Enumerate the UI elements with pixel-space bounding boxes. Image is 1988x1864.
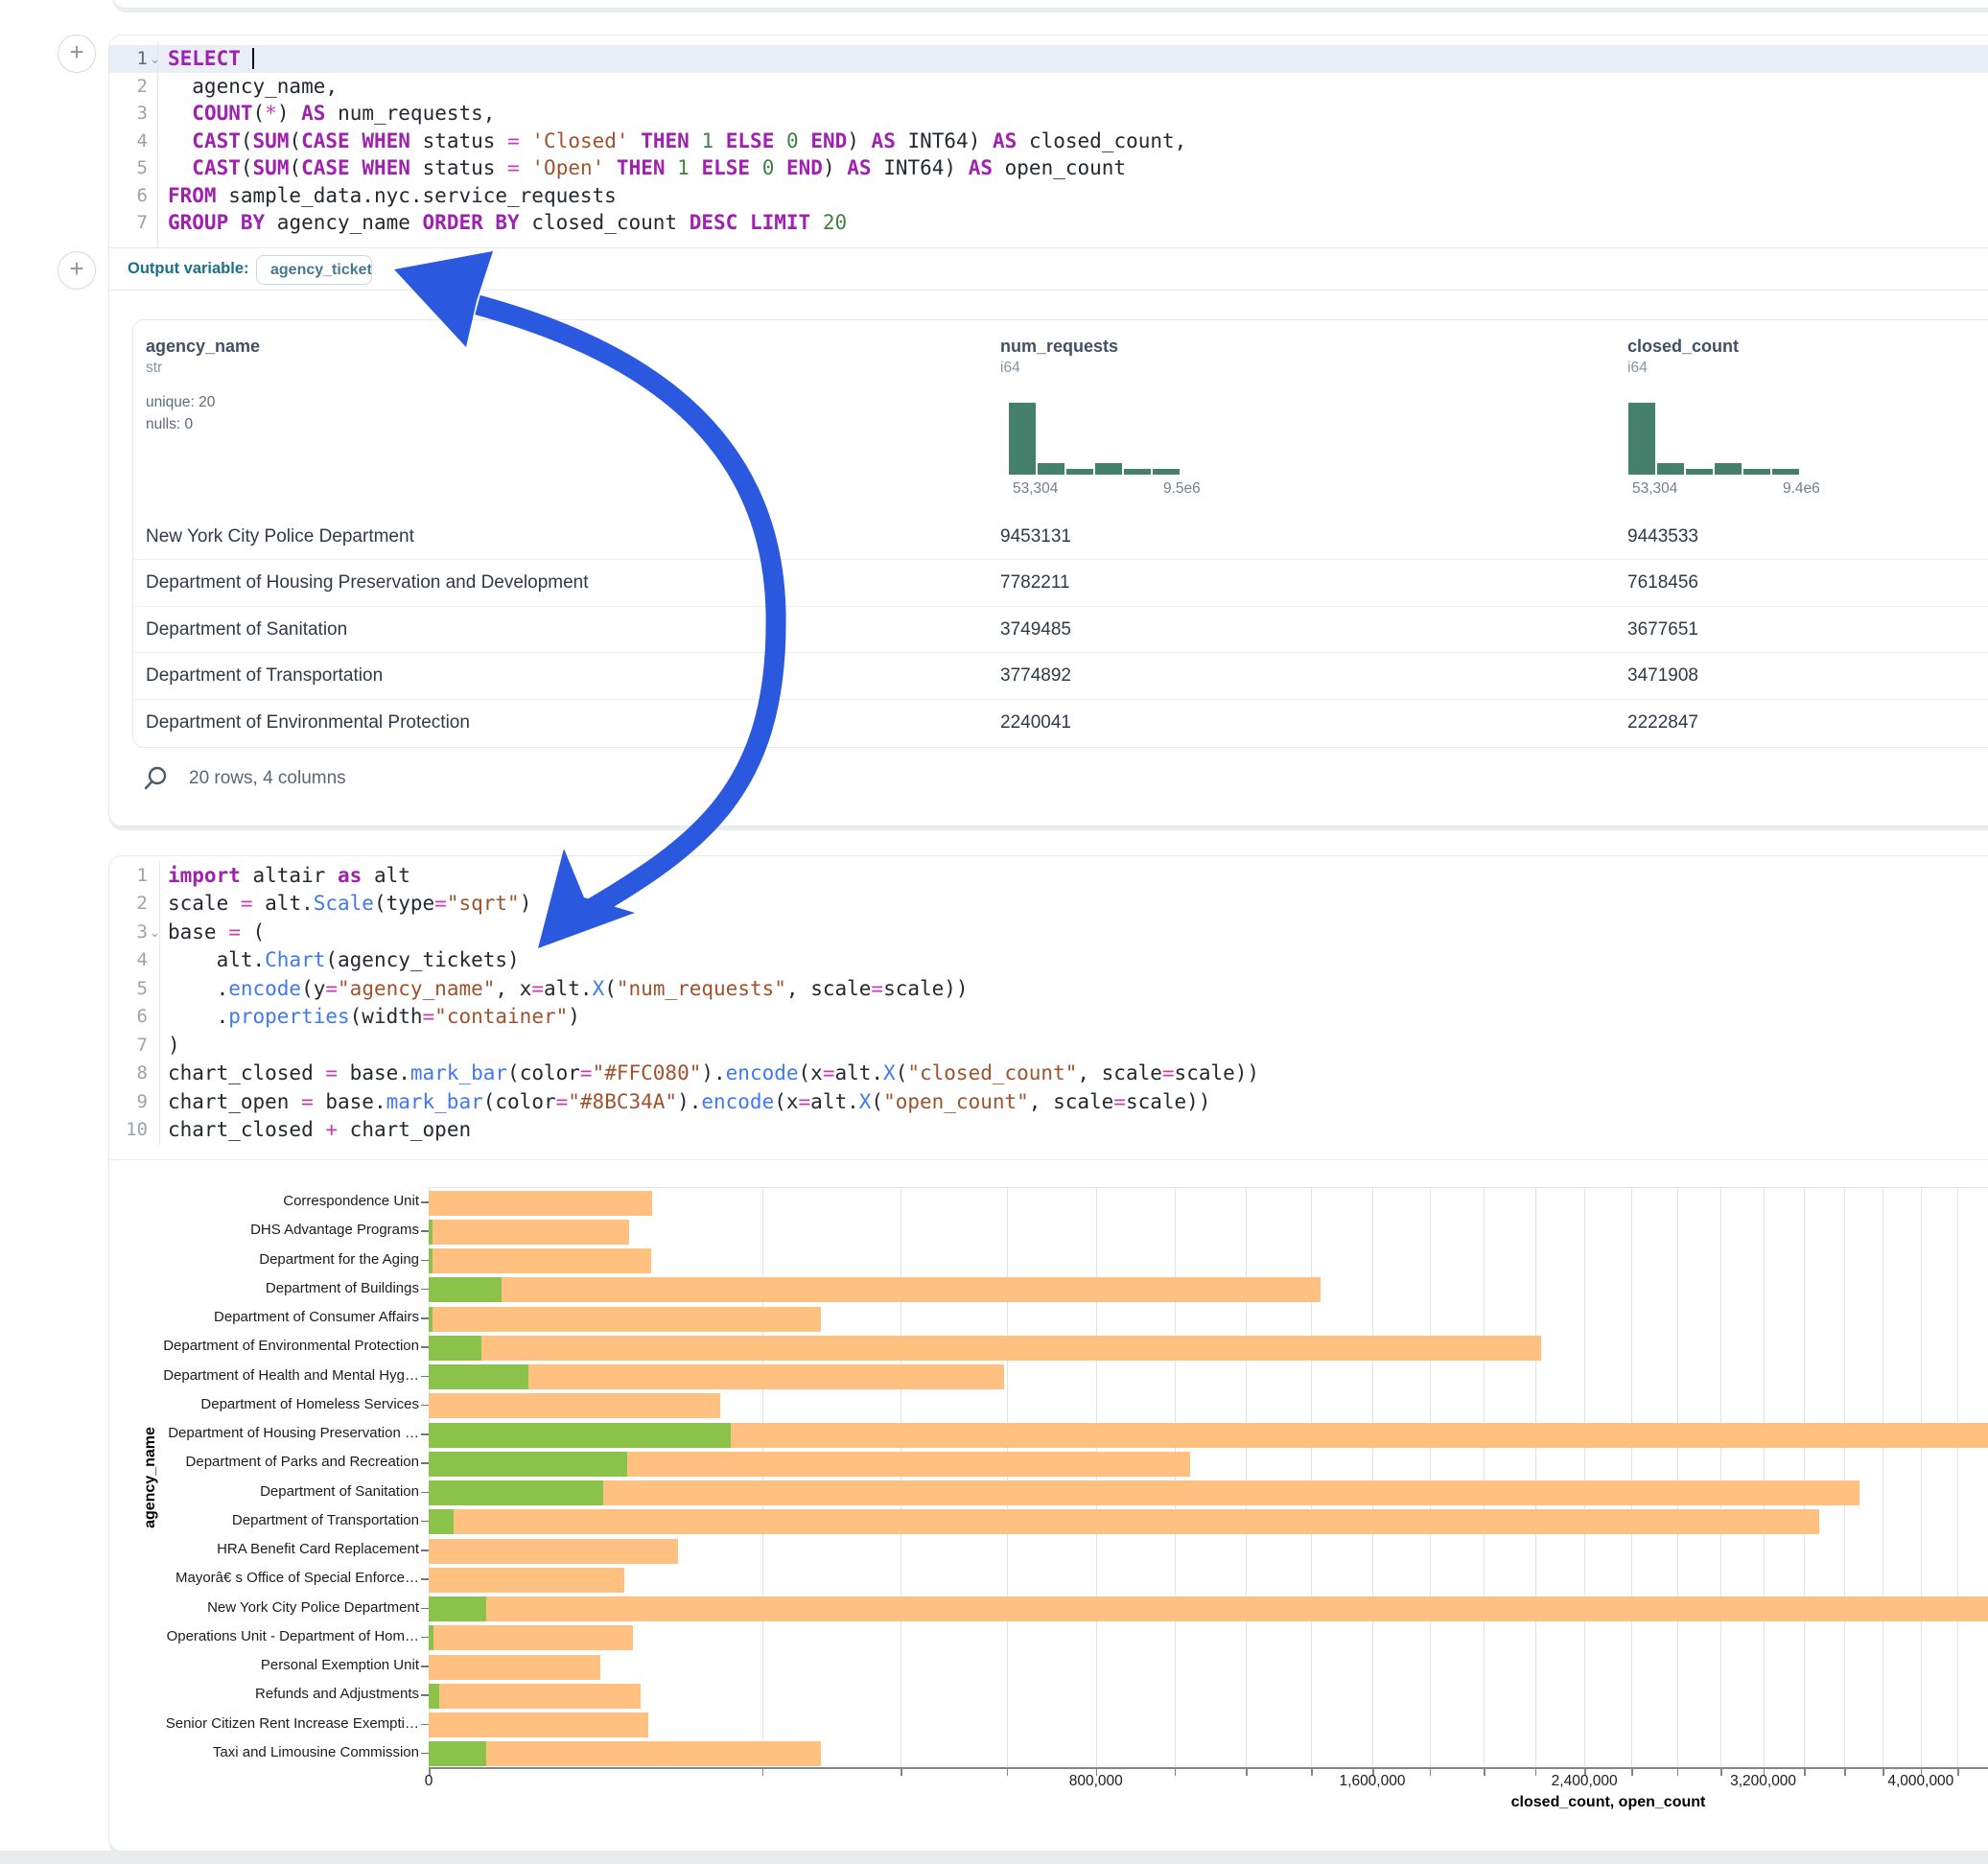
annotation-arrow [0,0,1988,1864]
